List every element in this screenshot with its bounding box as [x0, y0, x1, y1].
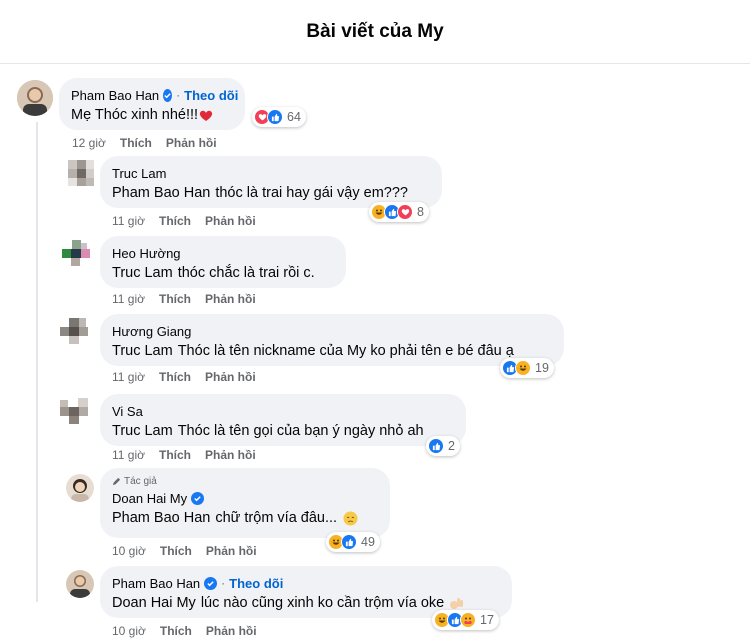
- thread-line: [36, 122, 38, 602]
- reaction-summary[interactable]: 64: [252, 107, 306, 127]
- comment-author[interactable]: Heo Hường: [112, 246, 181, 261]
- heart-icon: [199, 110, 213, 121]
- comment-time[interactable]: 10 giờ: [112, 624, 146, 638]
- sad-face-icon: [343, 510, 358, 526]
- verified-badge-icon: [191, 491, 205, 505]
- comment-author[interactable]: Doan Hai My: [112, 491, 187, 506]
- avatar[interactable]: [68, 160, 94, 186]
- comment-actions: 11 giờ Thích Phản hồi: [112, 370, 256, 384]
- haha-reaction-icon: [515, 360, 531, 376]
- page-title: Bài viết của My: [306, 20, 444, 42]
- comment-actions: 11 giờ Thích Phản hồi: [112, 292, 256, 306]
- post-header: Bài viết của My: [0, 0, 750, 64]
- avatar[interactable]: [62, 240, 90, 266]
- comment-author[interactable]: Truc Lam: [112, 166, 166, 181]
- pencil-icon: [112, 477, 121, 486]
- comment-actions: 12 giờ Thích Phản hồi: [72, 136, 217, 150]
- comment-bubble: Truc Lam Pham Bao Han thóc là trai hay gá…: [100, 156, 442, 208]
- comment-text: Thóc là tên gọi của bạn ý ngày nhỏ ah: [177, 423, 424, 439]
- like-button[interactable]: Thích: [159, 292, 191, 306]
- reply-button[interactable]: Phản hồi: [205, 292, 256, 306]
- reaction-summary[interactable]: 49: [326, 532, 380, 552]
- mention-link[interactable]: Truc Lam: [112, 265, 173, 281]
- comment-time[interactable]: 11 giờ: [112, 214, 145, 228]
- comment-text: lúc nào cũng xinh ko cần trộm vía oke: [200, 595, 445, 611]
- comment-time[interactable]: 10 giờ: [112, 544, 146, 558]
- like-button[interactable]: Thích: [160, 624, 192, 638]
- like-button[interactable]: Thích: [120, 136, 152, 150]
- comment-text: chữ trộm vía đâu...: [215, 510, 338, 526]
- comment-bubble: Heo Hường Truc Lam thóc chắc là trai rồi …: [100, 236, 346, 288]
- reply-button[interactable]: Phản hồi: [205, 370, 256, 384]
- mention-link[interactable]: Truc Lam: [112, 343, 173, 359]
- comment-actions: 11 giờ Thích Phản hồi: [112, 214, 256, 228]
- reaction-count: 8: [417, 205, 424, 219]
- comment-time[interactable]: 11 giờ: [112, 370, 145, 384]
- reply-button[interactable]: Phản hồi: [166, 136, 217, 150]
- comment-time[interactable]: 11 giờ: [112, 448, 145, 462]
- ok-hand-icon: [450, 597, 464, 609]
- like-reaction-icon: [267, 109, 283, 125]
- verified-badge-icon: [163, 88, 173, 102]
- care-reaction-icon: [460, 612, 476, 628]
- comment-author[interactable]: Pham Bao Han: [71, 88, 159, 103]
- mention-link[interactable]: Truc Lam: [112, 423, 173, 439]
- reaction-count: 2: [448, 439, 455, 453]
- like-reaction-icon: [341, 534, 357, 550]
- comment-text: thóc chắc là trai rồi c.: [177, 265, 315, 281]
- avatar[interactable]: [60, 398, 88, 424]
- reaction-summary[interactable]: 2: [426, 436, 460, 456]
- comment-bubble: Hương Giang Truc Lam Thóc là tên nickname…: [100, 314, 564, 366]
- reaction-count: 64: [287, 110, 301, 124]
- like-button[interactable]: Thích: [159, 214, 191, 228]
- comment-actions: 10 giờ Thích Phản hồi: [112, 544, 257, 558]
- comment-bubble: Tác giả Doan Hai My Pham Bao Han chữ trộm…: [100, 468, 390, 538]
- reaction-count: 19: [535, 361, 549, 375]
- mention-link[interactable]: Pham Bao Han: [112, 185, 210, 201]
- love-reaction-icon: [397, 204, 413, 220]
- follow-button[interactable]: Theo dõi: [229, 576, 283, 591]
- reaction-summary[interactable]: 8: [369, 202, 429, 222]
- reply-button[interactable]: Phản hồi: [206, 624, 257, 638]
- reaction-summary[interactable]: 17: [432, 610, 499, 630]
- mention-link[interactable]: Pham Bao Han: [112, 510, 210, 526]
- reaction-count: 17: [480, 613, 494, 627]
- avatar[interactable]: [17, 80, 53, 116]
- comment-author[interactable]: Hương Giang: [112, 324, 191, 339]
- verified-badge-icon: [204, 576, 218, 590]
- comment-author[interactable]: Vi Sa: [112, 404, 143, 419]
- reaction-count: 49: [361, 535, 375, 549]
- like-button[interactable]: Thích: [159, 448, 191, 462]
- comment-actions: 10 giờ Thích Phản hồi: [112, 624, 257, 638]
- comment-bubble: Pham Bao Han · Theo dõi Mẹ Thóc xinh nhé…: [59, 78, 245, 130]
- avatar[interactable]: [66, 570, 94, 598]
- author-tag-label: Tác giả: [124, 476, 157, 487]
- reply-button[interactable]: Phản hồi: [206, 544, 257, 558]
- comment-actions: 11 giờ Thích Phản hồi: [112, 448, 256, 462]
- comment-text: Thóc là tên nickname của My ko phải tên …: [177, 343, 514, 359]
- like-button[interactable]: Thích: [160, 544, 192, 558]
- like-button[interactable]: Thích: [159, 370, 191, 384]
- like-reaction-icon: [428, 438, 444, 454]
- comment-time[interactable]: 12 giờ: [72, 136, 106, 150]
- author-tag: Tác giả: [112, 476, 378, 487]
- comment-text: thóc là trai hay gái vậy em???: [215, 185, 408, 201]
- reply-button[interactable]: Phản hồi: [205, 214, 256, 228]
- reply-button[interactable]: Phản hồi: [205, 448, 256, 462]
- mention-link[interactable]: Doan Hai My: [112, 595, 196, 611]
- comment-time[interactable]: 11 giờ: [112, 292, 145, 306]
- comment-text: Mẹ Thóc xinh nhé!!!: [71, 107, 199, 123]
- comment-author[interactable]: Pham Bao Han: [112, 576, 200, 591]
- follow-button[interactable]: Theo dõi: [184, 88, 238, 103]
- reaction-summary[interactable]: 19: [500, 358, 554, 378]
- comment-bubble: Vi Sa Truc Lam Thóc là tên gọi của bạn ý …: [100, 394, 466, 446]
- avatar[interactable]: [66, 474, 94, 502]
- avatar[interactable]: [60, 318, 88, 344]
